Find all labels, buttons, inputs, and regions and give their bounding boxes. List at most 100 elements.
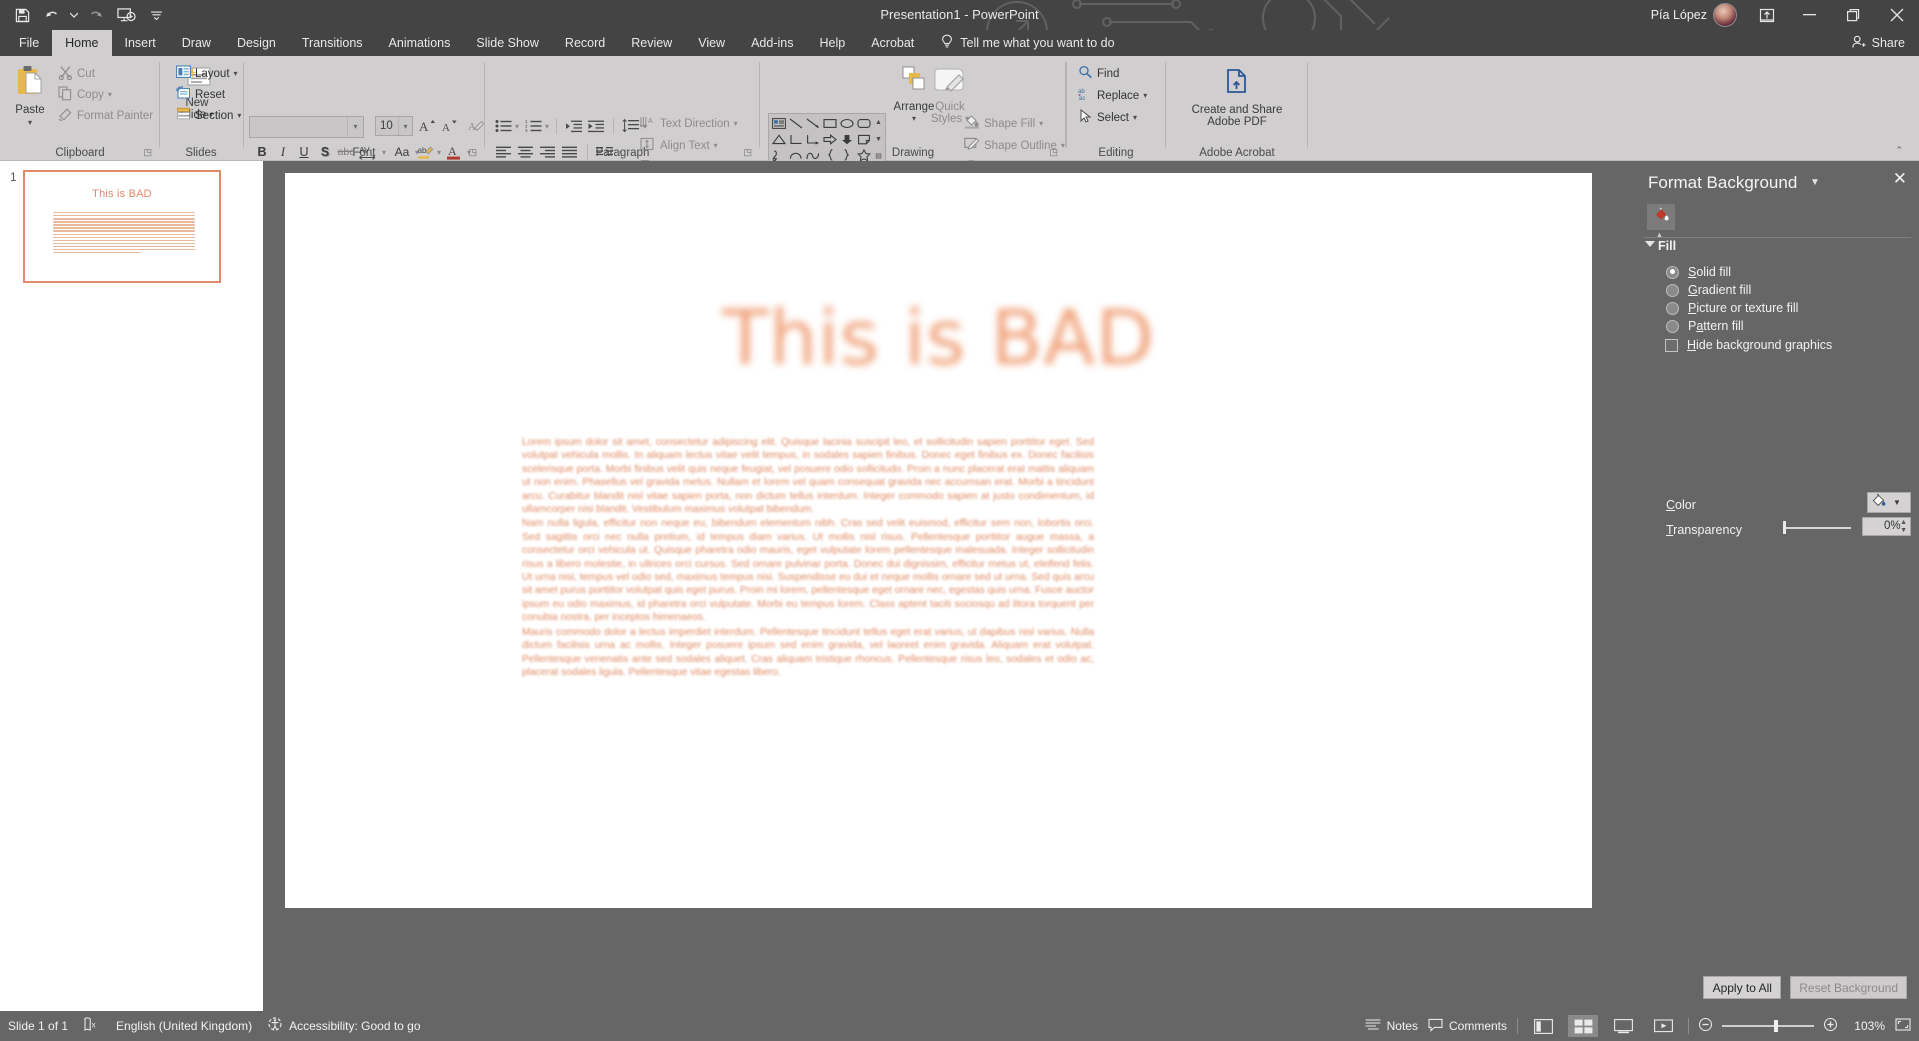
view-reading-view-button[interactable] [1608, 1015, 1638, 1037]
shape-elbow-connector[interactable] [787, 131, 804, 147]
save-button[interactable] [8, 2, 36, 28]
transparency-value-input[interactable]: 0% ▲▼ [1862, 517, 1911, 536]
align-left-button[interactable] [494, 142, 514, 162]
align-text-button[interactable]: Align Text ▾ [640, 136, 770, 155]
slide-title-placeholder[interactable]: This is BAD [285, 293, 1592, 382]
layout-chevron-down-icon[interactable]: ▾ [234, 69, 238, 78]
zoom-slider[interactable] [1722, 1025, 1814, 1027]
increase-list-level-button[interactable] [586, 116, 606, 136]
zoom-level-label[interactable]: 103% [1847, 1019, 1885, 1033]
character-spacing-chevron-down-icon[interactable]: ▾ [382, 148, 386, 157]
transparency-slider-handle[interactable] [1783, 521, 1786, 534]
tab-view[interactable]: View [685, 30, 738, 56]
zoom-slider-handle[interactable] [1774, 1020, 1778, 1032]
close-button[interactable] [1875, 0, 1919, 30]
shape-text-box[interactable] [770, 115, 787, 131]
shape-outline-chevron-down-icon[interactable]: ▾ [1061, 141, 1065, 150]
fill-tool-tab[interactable] [1647, 204, 1675, 230]
notes-button[interactable]: Notes [1365, 1018, 1418, 1034]
option-hide-background-graphics[interactable]: Hide background graphics [1665, 338, 1832, 352]
copy-chevron-down-icon[interactable]: ▾ [108, 90, 112, 99]
font-color-chevron-down-icon[interactable]: ▾ [467, 148, 471, 157]
shape-outline-button[interactable]: Shape Outline ▾ [964, 136, 1065, 155]
shapes-scroll-down-icon[interactable]: ▼ [875, 131, 882, 147]
tab-add-ins[interactable]: Add-ins [738, 30, 806, 56]
font-name-input[interactable]: ▾ [249, 116, 364, 138]
gradient-fill-radio[interactable] [1666, 284, 1679, 297]
option-picture-or-texture-fill[interactable]: Picture or texture fill [1666, 301, 1798, 315]
shape-rounded-rectangle[interactable] [855, 115, 872, 131]
undo-button[interactable] [38, 2, 66, 28]
transparency-spinner[interactable]: ▲▼ [1900, 519, 1907, 535]
italic-button[interactable]: I [273, 142, 293, 162]
tab-slide-show[interactable]: Slide Show [463, 30, 552, 56]
section-button[interactable]: Section ▾ [176, 106, 241, 125]
slide-canvas[interactable]: This is BAD Lorem ipsum dolor sit amet, … [285, 173, 1592, 908]
text-direction-chevron-down-icon[interactable]: ▾ [734, 119, 738, 128]
fit-slide-to-window-button[interactable] [1895, 1017, 1911, 1035]
copy-button[interactable]: Copy ▾ [58, 85, 153, 104]
paste-chevron-down-icon[interactable]: ▾ [28, 117, 32, 129]
format-painter-button[interactable]: Format Painter [58, 106, 153, 125]
slide-thumbnail-1[interactable]: This is BAD [23, 170, 221, 283]
solid-fill-radio[interactable] [1666, 266, 1679, 279]
clear-all-formatting-button[interactable]: A [466, 116, 486, 136]
text-direction-button[interactable]: A Text Direction ▾ [640, 114, 770, 133]
option-pattern-fill[interactable]: Pattern fill [1666, 319, 1744, 333]
font-size-chevron-down-icon[interactable]: ▾ [398, 117, 412, 135]
minimize-button[interactable] [1787, 0, 1831, 30]
cut-button[interactable]: Cut [58, 64, 153, 83]
shape-down-arrow[interactable] [838, 131, 855, 147]
tell-me-box[interactable]: Tell me what you want to do [941, 30, 1114, 56]
replace-chevron-down-icon[interactable]: ▾ [1143, 91, 1147, 100]
close-pane-icon[interactable]: ✕ [1893, 170, 1907, 187]
shape-triangle[interactable] [770, 131, 787, 147]
line-spacing-button[interactable] [621, 116, 641, 136]
create-and-share-adobe-pdf-button[interactable]: Create and Share Adobe PDF [1184, 68, 1290, 128]
option-gradient-fill[interactable]: Gradient fill [1666, 283, 1751, 297]
font-size-input[interactable]: 10 ▾ [375, 116, 413, 136]
columns-button[interactable] [595, 142, 615, 162]
tab-home[interactable]: Home [52, 30, 111, 56]
reset-button[interactable]: Reset [176, 85, 241, 104]
increase-font-size-button[interactable]: A [417, 116, 437, 136]
view-slide-sorter-button[interactable] [1568, 1015, 1598, 1037]
paste-button[interactable]: Paste ▾ [8, 65, 52, 129]
tab-insert[interactable]: Insert [112, 30, 169, 56]
shape-arrow[interactable] [804, 115, 821, 131]
user-account-name[interactable]: Pía López [1651, 8, 1707, 22]
tab-file[interactable]: File [6, 30, 52, 56]
arrange-chevron-down-icon[interactable]: ▾ [912, 113, 916, 125]
shape-fill-chevron-down-icon[interactable]: ▾ [1039, 119, 1043, 128]
font-name-chevron-down-icon[interactable]: ▾ [347, 117, 363, 135]
decrease-list-level-button[interactable] [564, 116, 584, 136]
text-highlight-chevron-down-icon[interactable]: ▾ [437, 148, 441, 157]
tab-animations[interactable]: Animations [376, 30, 464, 56]
picture-or-texture-fill-radio[interactable] [1666, 302, 1679, 315]
clipboard-dialog-launcher[interactable]: ◳ [143, 147, 152, 158]
decrease-font-size-button[interactable]: A [439, 116, 459, 136]
section-chevron-down-icon[interactable]: ▾ [237, 111, 241, 120]
change-case-button[interactable]: Aa [390, 142, 414, 162]
avatar[interactable] [1713, 3, 1737, 27]
ribbon-display-options-icon[interactable] [1747, 0, 1787, 30]
accessibility-indicator[interactable]: Accessibility: Good to go [268, 1017, 420, 1035]
strikethrough-button[interactable]: abc [336, 142, 356, 162]
pattern-fill-radio[interactable] [1666, 320, 1679, 333]
character-spacing-button[interactable]: AV [357, 142, 381, 162]
tab-review[interactable]: Review [618, 30, 685, 56]
zoom-in-button[interactable] [1824, 1018, 1837, 1034]
shape-fill-button[interactable]: Shape Fill ▾ [964, 114, 1065, 133]
language-indicator[interactable]: English (United Kingdom) [116, 1019, 252, 1033]
shapes-scroll-up-icon[interactable]: ▲ [875, 114, 882, 130]
tab-draw[interactable]: Draw [169, 30, 224, 56]
font-color-button[interactable]: A [443, 142, 465, 162]
slide-indicator[interactable]: Slide 1 of 1 [8, 1019, 68, 1033]
shapes-gallery-scrollbar[interactable]: ▲ ▼ ▤ [872, 113, 886, 165]
undo-dropdown-chevron-icon[interactable] [68, 2, 80, 28]
hide-background-graphics-checkbox[interactable] [1665, 339, 1678, 352]
align-text-chevron-down-icon[interactable]: ▾ [714, 141, 718, 150]
spinner-down-icon[interactable]: ▼ [1900, 527, 1907, 535]
shape-elbow-arrow-connector[interactable] [804, 131, 821, 147]
comments-button[interactable]: Comments [1428, 1018, 1507, 1035]
